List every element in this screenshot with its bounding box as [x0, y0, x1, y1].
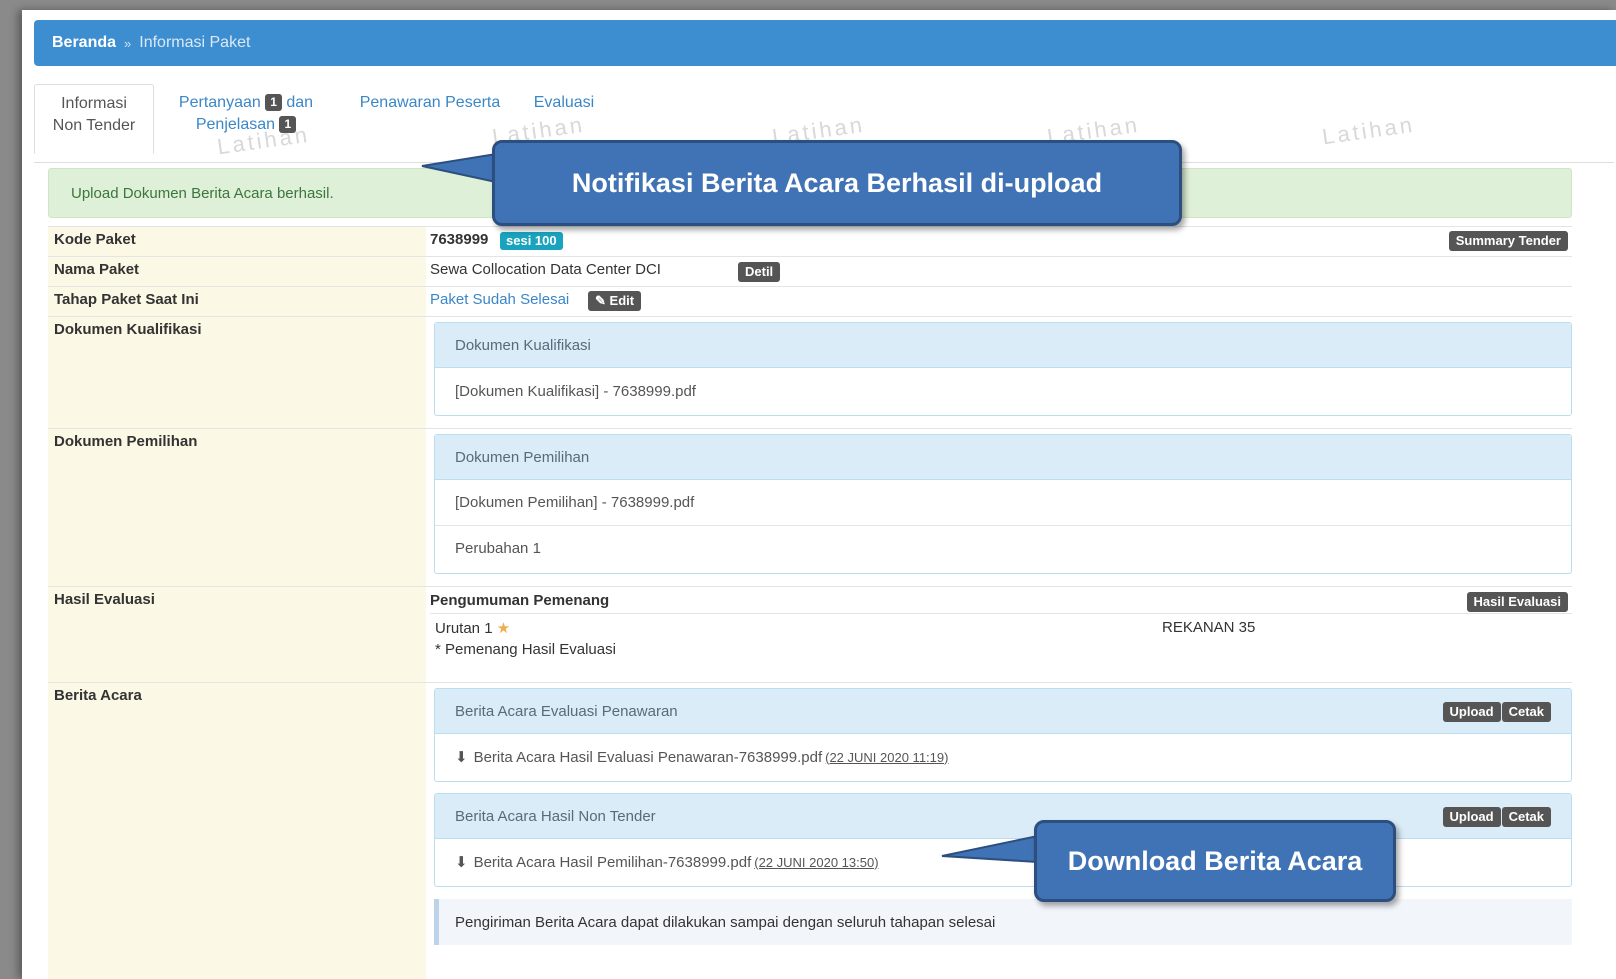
- download-callout: Download Berita Acara: [1034, 820, 1396, 902]
- download-callout-text: Download Berita Acara: [1067, 845, 1363, 876]
- notification-callout-text: Notifikasi Berita Acara Berhasil di-uplo…: [571, 167, 1103, 198]
- notification-callout-pointer: [421, 152, 497, 184]
- download-callout-pointer: [941, 834, 1039, 864]
- page-frame: Latihan Latihan Latihan Latihan Latihan …: [22, 10, 1616, 979]
- notification-callout: Notifikasi Berita Acara Berhasil di-uplo…: [492, 140, 1182, 226]
